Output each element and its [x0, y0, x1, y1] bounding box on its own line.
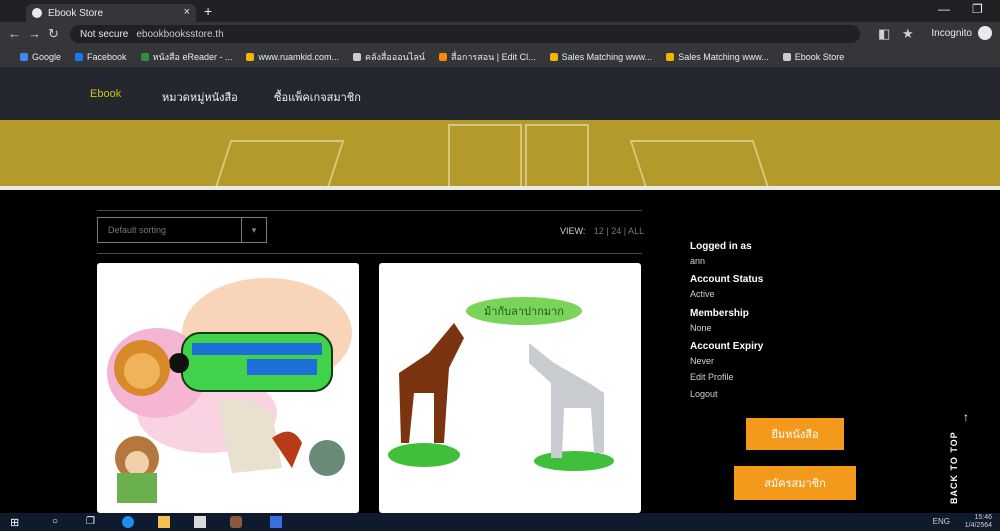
- banner-bookcase-art: [525, 124, 589, 186]
- bookmark-label: Sales Matching www...: [561, 51, 653, 62]
- bookmark-label: หนังสือ eReader - ...: [152, 51, 233, 62]
- bookmark-item[interactable]: Facebook: [75, 52, 127, 62]
- site-favicon-icon: [32, 8, 42, 18]
- incognito-icon[interactable]: [978, 26, 992, 40]
- app-icon[interactable]: [230, 516, 242, 528]
- bookmark-item[interactable]: Google: [20, 52, 61, 62]
- tab-title: Ebook Store: [48, 7, 104, 19]
- bookmark-favicon-icon: [439, 53, 447, 62]
- bookmark-item[interactable]: Sales Matching www...: [549, 51, 653, 62]
- back-arrow-icon[interactable]: ←: [8, 26, 21, 41]
- bookmarks-bar: Google Facebook หนังสือ eReader - ... www.r…: [0, 46, 1000, 68]
- search-icon[interactable]: ○: [52, 516, 64, 528]
- book-card[interactable]: [97, 263, 359, 513]
- taskbar-clock[interactable]: 15:46 1/4/2564: [965, 514, 992, 530]
- membership-value: None: [690, 323, 712, 333]
- bookmark-label: สื่อการสอน | Edit Cl...: [451, 51, 536, 62]
- bookmark-item[interactable]: หนังสือ eReader - ...: [140, 50, 233, 64]
- windows-start-icon[interactable]: ⊞: [10, 516, 22, 529]
- edge-browser-icon[interactable]: [122, 516, 134, 528]
- bookmark-item[interactable]: Ebook Store: [782, 51, 845, 62]
- bookmark-item[interactable]: www.ruamkid.com...: [246, 52, 339, 62]
- register-button[interactable]: สมัครสมาชิก: [734, 466, 856, 500]
- book-card[interactable]: ม้ากับลาปากมาก: [379, 263, 641, 513]
- bookmark-label: คลังสื่อออนไลน์: [365, 51, 425, 62]
- borrow-books-button[interactable]: ยืมหนังสือ: [746, 418, 844, 450]
- clock-date: 1/4/2564: [964, 522, 992, 529]
- extension-icon[interactable]: ◧: [878, 26, 890, 42]
- sort-select-value: Default sorting: [108, 225, 167, 235]
- bookmark-favicon-icon: [666, 53, 675, 62]
- book-bubble-text: ม้ากับลาปากมาก: [484, 305, 564, 318]
- new-tab-button[interactable]: +: [204, 3, 212, 19]
- bookmark-favicon-icon: [549, 53, 558, 62]
- browser-tab-strip: Ebook Store × + — ❐: [0, 0, 1000, 22]
- address-bar-row: ← → ↻ Not secure ebookbooksstore.th ◧ ★ …: [0, 22, 1000, 46]
- bookmark-favicon-icon: [75, 53, 84, 62]
- banner-shelf-art: [629, 140, 775, 186]
- view-label: VIEW:: [560, 226, 586, 236]
- bookmark-favicon-icon: [140, 53, 149, 62]
- view-options[interactable]: 12 | 24 | ALL: [594, 226, 644, 236]
- maximize-button[interactable]: ❐: [972, 2, 983, 16]
- reload-icon[interactable]: ↻: [48, 26, 59, 42]
- minimize-button[interactable]: —: [938, 2, 950, 16]
- bookmark-label: www.ruamkid.com...: [258, 51, 339, 62]
- back-to-top-label: BACK TO TOP: [949, 431, 959, 504]
- toolbar-top-divider: [97, 210, 642, 211]
- account-status-value: Active: [690, 289, 715, 299]
- url-field[interactable]: Not secure ebookbooksstore.th: [70, 25, 860, 43]
- nav-ebook[interactable]: Ebook: [90, 88, 121, 100]
- logout-link[interactable]: Logout: [690, 384, 718, 402]
- nav-membership-packages[interactable]: ซื้อแพ็คเกจสมาชิก: [274, 88, 361, 106]
- incognito-label: Incognito: [931, 28, 972, 39]
- os-taskbar: ⊞ ○ ❐ ENG 15:46 1/4/2564: [0, 513, 1000, 531]
- bookmark-label: Facebook: [87, 51, 127, 62]
- chevron-down-icon[interactable]: ▾: [241, 218, 266, 242]
- logged-in-value: ann: [690, 256, 706, 266]
- site-navbar: Ebook หมวดหมู่หนังสือ ซื้อแพ็คเกจสมาชิก: [0, 68, 1000, 120]
- view-count-switch: VIEW: 12 | 24 | ALL: [560, 226, 644, 236]
- bookmark-item[interactable]: Sales Matching www...: [666, 52, 769, 62]
- bookmark-favicon-icon: [20, 53, 28, 62]
- tray-language[interactable]: ENG: [933, 517, 950, 526]
- forward-arrow-icon[interactable]: →: [28, 26, 41, 41]
- back-to-top-button[interactable]: BACK TO TOP ↑: [943, 410, 983, 510]
- url-text: ebookbooksstore.th: [136, 28, 224, 40]
- tab-close-icon[interactable]: ×: [184, 6, 190, 18]
- store-icon[interactable]: [194, 516, 206, 528]
- bookmark-favicon-icon: [353, 53, 361, 62]
- clock-time: 15:46: [974, 514, 992, 521]
- banner-bookcase-art: [448, 124, 522, 186]
- bookmark-label: Sales Matching www...: [678, 51, 769, 62]
- book-cover-horse-donkey[interactable]: ม้ากับลาปากมาก: [379, 263, 641, 513]
- bookmark-star-icon[interactable]: ★: [902, 26, 914, 42]
- banner-shelf-art: [209, 140, 345, 186]
- file-explorer-icon[interactable]: [158, 516, 170, 528]
- bookmark-label: Ebook Store: [794, 51, 845, 62]
- nav-categories[interactable]: หมวดหมู่หนังสือ: [162, 88, 238, 106]
- task-view-icon[interactable]: ❐: [86, 516, 98, 528]
- book-cover-train-animals[interactable]: [97, 263, 359, 513]
- up-arrow-icon: ↑: [963, 410, 969, 424]
- library-banner: [0, 120, 1000, 186]
- toolbar-bottom-divider: [97, 253, 642, 254]
- sort-select[interactable]: Default sorting ▾: [97, 217, 267, 243]
- bookmark-favicon-icon: [782, 53, 791, 62]
- bookmark-label: Google: [32, 51, 62, 62]
- edit-profile-link[interactable]: Edit Profile: [690, 367, 734, 385]
- browser-tab[interactable]: Ebook Store ×: [26, 4, 196, 22]
- banner-divider: [0, 186, 1000, 190]
- word-icon[interactable]: [270, 516, 282, 528]
- bookmark-item[interactable]: สื่อการสอน | Edit Cl...: [439, 50, 536, 64]
- not-secure-label[interactable]: Not secure: [80, 29, 128, 40]
- bookmark-favicon-icon: [246, 53, 255, 62]
- bookmark-item[interactable]: คลังสื่อออนไลน์: [353, 50, 425, 64]
